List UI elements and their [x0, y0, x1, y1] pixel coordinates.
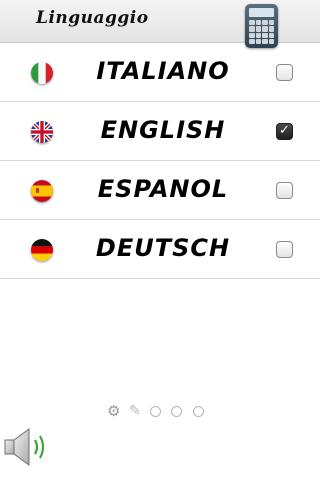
calculator-icon[interactable]: [245, 4, 278, 48]
language-label: ENGLISH: [100, 116, 226, 144]
page-dot[interactable]: [171, 406, 182, 417]
germany-flag-icon: [31, 239, 53, 261]
italy-flag-icon: [31, 62, 53, 84]
pin-icon[interactable]: ✎: [129, 403, 141, 419]
language-row-espanol[interactable]: ESPANOL: [0, 161, 320, 220]
page-dot[interactable]: [150, 406, 161, 417]
language-row-deutsch[interactable]: DEUTSCH: [0, 220, 320, 279]
language-checkbox-espanol[interactable]: [276, 182, 293, 199]
language-checkbox-english[interactable]: ✓: [276, 123, 293, 140]
language-label: ESPANOL: [97, 175, 229, 203]
uk-flag-icon: [31, 121, 53, 143]
page-indicator[interactable]: ⚙ ✎: [103, 403, 223, 422]
language-row-english[interactable]: ENGLISH ✓: [0, 102, 320, 161]
language-checkbox-deutsch[interactable]: [276, 241, 293, 258]
page-dot[interactable]: [193, 406, 204, 417]
page-title: Linguaggio: [36, 8, 149, 28]
checkmark-icon: ✓: [279, 123, 290, 138]
gear-icon[interactable]: ⚙: [107, 403, 120, 419]
spain-flag-icon: [31, 180, 53, 202]
speaker-sound-icon[interactable]: [2, 426, 52, 468]
language-label: DEUTSCH: [95, 234, 231, 262]
language-label: ITALIANO: [96, 57, 230, 85]
language-row-italiano[interactable]: ITALIANO: [0, 43, 320, 102]
language-checkbox-italiano[interactable]: [276, 64, 293, 81]
